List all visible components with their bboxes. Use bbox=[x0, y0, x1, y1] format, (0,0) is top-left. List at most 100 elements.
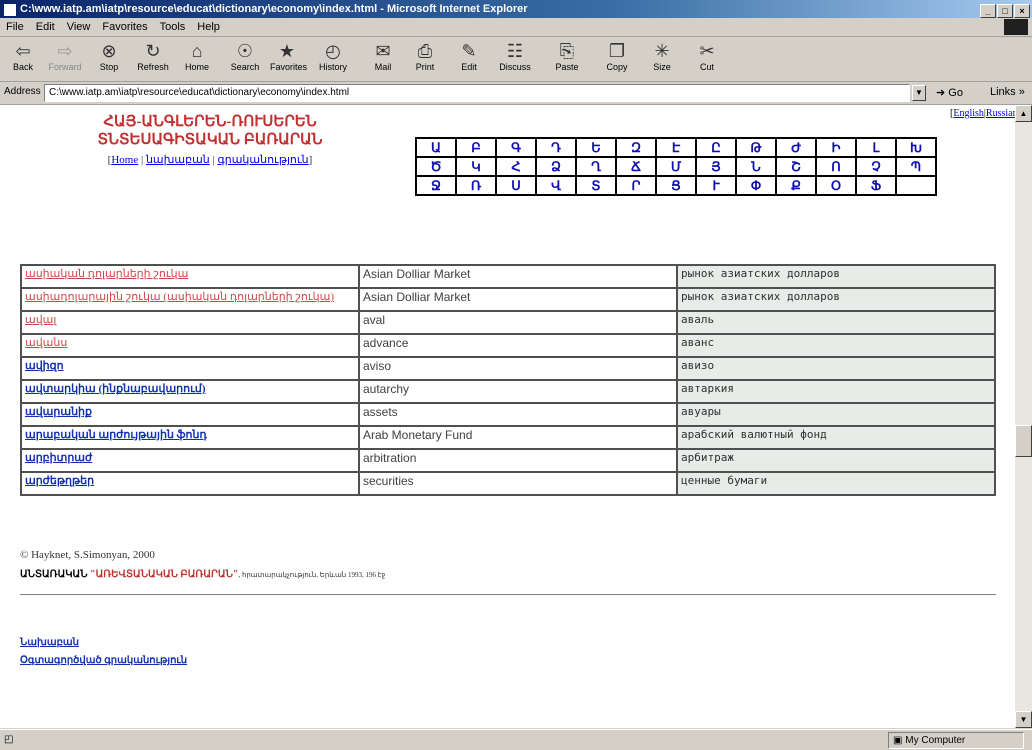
menu-edit[interactable]: Edit bbox=[30, 18, 61, 36]
table-row: ավարանիք assets авуары bbox=[20, 402, 996, 427]
refresh-button[interactable]: ↻ Refresh bbox=[136, 40, 170, 72]
english-term-cell: securities bbox=[358, 471, 678, 496]
footer-intro-link[interactable]: Նախաբան bbox=[20, 637, 79, 648]
armenian-term-link[interactable]: ավալ bbox=[25, 314, 56, 326]
search-button[interactable]: ☉ Search bbox=[228, 40, 262, 72]
alphabet-letter-link[interactable]: Վ bbox=[535, 175, 577, 196]
alphabet-index: ԱԲԳԴԵԶԷԸԹԺԻԼԽԾԿՀՁՂՃՄՅՆՇՈՉՊՋՌՍՎՏՐՑՒՓՔՕՖ bbox=[415, 137, 937, 196]
alphabet-letter-link[interactable]: Ժ bbox=[775, 137, 817, 158]
armenian-term-cell: ավալ bbox=[20, 310, 360, 335]
alphabet-letter-link[interactable]: Ճ bbox=[615, 156, 657, 177]
alphabet-letter-link[interactable]: Ւ bbox=[695, 175, 737, 196]
russian-link[interactable]: Russian bbox=[986, 108, 1015, 119]
back-button[interactable]: ⇦ Back bbox=[6, 40, 40, 72]
address-dropdown-button[interactable]: ▼ bbox=[912, 85, 926, 101]
alphabet-letter-link[interactable]: Ն bbox=[735, 156, 777, 177]
armenian-term-link[interactable]: ավիզո bbox=[25, 360, 64, 372]
armenian-term-link[interactable]: ավանս bbox=[25, 337, 67, 349]
alphabet-letter-link[interactable]: Յ bbox=[695, 156, 737, 177]
edit-button[interactable]: ✎ Edit bbox=[452, 40, 486, 72]
armenian-term-link[interactable]: արժեթղթեր bbox=[25, 475, 94, 487]
alphabet-letter-link[interactable]: Լ bbox=[855, 137, 897, 158]
menu-file[interactable]: File bbox=[0, 18, 30, 36]
links-button[interactable]: Links » bbox=[990, 86, 1025, 98]
armenian-term-link[interactable]: ասիադոլարային շուկա (ասիական դոլարների շ… bbox=[25, 291, 334, 303]
forward-button[interactable]: ⇨ Forward bbox=[48, 40, 82, 72]
menu-tools[interactable]: Tools bbox=[154, 18, 192, 36]
menu-view[interactable]: View bbox=[61, 18, 97, 36]
alphabet-letter-link[interactable]: Տ bbox=[575, 175, 617, 196]
alphabet-letter-link[interactable]: Ղ bbox=[575, 156, 617, 177]
alphabet-letter-link[interactable]: Զ bbox=[615, 137, 657, 158]
size-icon: ✳ bbox=[654, 41, 670, 61]
alphabet-letter-link[interactable]: Փ bbox=[735, 175, 777, 196]
alphabet-letter-link[interactable]: Հ bbox=[495, 156, 537, 177]
alphabet-letter-link[interactable]: Ո bbox=[815, 156, 857, 177]
footer-sources-link[interactable]: Օգտագործված գրականություն bbox=[20, 655, 187, 666]
alphabet-letter-link[interactable]: Է bbox=[655, 137, 697, 158]
armenian-term-link[interactable]: ավարանիք bbox=[25, 406, 92, 418]
alphabet-letter-link[interactable]: Խ bbox=[895, 137, 937, 158]
home-link[interactable]: Home bbox=[111, 154, 138, 166]
page-scrollbar[interactable]: ▲ ▼ bbox=[1015, 105, 1032, 728]
ie-app-icon[interactable] bbox=[3, 3, 17, 17]
alphabet-letter-link[interactable]: Ը bbox=[695, 137, 737, 158]
cut-button[interactable]: ✂ Cut bbox=[690, 40, 724, 72]
alphabet-letter-link[interactable]: Ց bbox=[655, 175, 697, 196]
close-button[interactable]: × bbox=[1014, 4, 1030, 18]
alphabet-letter-link[interactable]: Ֆ bbox=[855, 175, 897, 196]
history-icon: ◴ bbox=[325, 41, 341, 61]
history-button[interactable]: ◴ History bbox=[316, 40, 350, 72]
print-button[interactable]: ⎙ Print bbox=[408, 40, 442, 72]
window-titlebar[interactable]: C:\www.iatp.am\iatp\resource\educat\dict… bbox=[0, 0, 1032, 18]
alphabet-letter-link[interactable]: Ձ bbox=[535, 156, 577, 177]
size-button[interactable]: ✳ Size bbox=[645, 40, 679, 72]
maximize-button[interactable]: □ bbox=[997, 4, 1013, 18]
alphabet-letter-link[interactable]: Չ bbox=[855, 156, 897, 177]
alphabet-letter-link[interactable]: Ք bbox=[775, 175, 817, 196]
armenian-term-link[interactable]: արաբական արժույթային ֆոնդ bbox=[25, 429, 207, 441]
paste-button[interactable]: ⎘ Paste bbox=[550, 40, 584, 72]
armenian-term-link[interactable]: ավտարկիա (ինքնաբավարում) bbox=[25, 383, 206, 395]
alphabet-letter-link[interactable]: Ռ bbox=[455, 175, 497, 196]
alphabet-letter-link[interactable]: Ծ bbox=[415, 156, 457, 177]
alphabet-letter-link[interactable]: Ս bbox=[495, 175, 537, 196]
go-button[interactable]: ➜ Go bbox=[936, 86, 963, 99]
home-button[interactable]: ⌂ Home bbox=[180, 40, 214, 72]
favorites-button[interactable]: ★ Favorites bbox=[270, 40, 307, 72]
minimize-button[interactable]: _ bbox=[980, 4, 996, 18]
alphabet-letter-link[interactable]: Ի bbox=[815, 137, 857, 158]
alphabet-letter-link[interactable]: Շ bbox=[775, 156, 817, 177]
alphabet-letter-link[interactable]: Ա bbox=[415, 137, 457, 158]
alphabet-letter-link[interactable]: Ջ bbox=[415, 175, 457, 196]
alphabet-row: ԱԲԳԴԵԶԷԸԹԺԻԼԽ bbox=[415, 137, 937, 158]
alphabet-letter-link[interactable]: Բ bbox=[455, 137, 497, 158]
armenian-term-link[interactable]: արբիտրաժ bbox=[25, 452, 92, 464]
armenian-term-cell: ավարանիք bbox=[20, 402, 360, 427]
intro-link[interactable]: նախաբան bbox=[146, 154, 210, 166]
address-input[interactable]: C:\www.iatp.am\iatp\resource\educat\dict… bbox=[44, 84, 910, 102]
armenian-term-link[interactable]: ասիական դոլարների շուկա bbox=[25, 268, 188, 280]
alphabet-letter-link[interactable]: Ե bbox=[575, 137, 617, 158]
alphabet-letter-link[interactable]: Մ bbox=[655, 156, 697, 177]
menu-favorites[interactable]: Favorites bbox=[96, 18, 153, 36]
alphabet-letter-link[interactable]: Դ bbox=[535, 137, 577, 158]
alphabet-letter-link[interactable]: Կ bbox=[455, 156, 497, 177]
mail-button[interactable]: ✉ Mail bbox=[366, 40, 400, 72]
alphabet-letter-link[interactable]: Թ bbox=[735, 137, 777, 158]
scroll-up-arrow-icon[interactable]: ▲ bbox=[1015, 105, 1032, 122]
sources-link[interactable]: գրականություն bbox=[217, 154, 308, 166]
menu-help[interactable]: Help bbox=[191, 18, 226, 36]
russian-term-cell: рынок азиатских долларов bbox=[676, 287, 996, 312]
discuss-button[interactable]: ☷ Discuss bbox=[498, 40, 532, 72]
copy-button[interactable]: ❐ Copy bbox=[600, 40, 634, 72]
alphabet-letter-link[interactable]: Օ bbox=[815, 175, 857, 196]
stop-button[interactable]: ⊗ Stop bbox=[92, 40, 126, 72]
alphabet-letter-link[interactable]: Ր bbox=[615, 175, 657, 196]
english-link[interactable]: English bbox=[953, 108, 984, 119]
alphabet-letter-link[interactable]: Պ bbox=[895, 156, 937, 177]
alphabet-letter-link[interactable]: Գ bbox=[495, 137, 537, 158]
scroll-thumb[interactable] bbox=[1015, 425, 1032, 457]
scroll-down-arrow-icon[interactable]: ▼ bbox=[1015, 711, 1032, 728]
russian-term-cell: рынок азиатских долларов bbox=[676, 264, 996, 289]
